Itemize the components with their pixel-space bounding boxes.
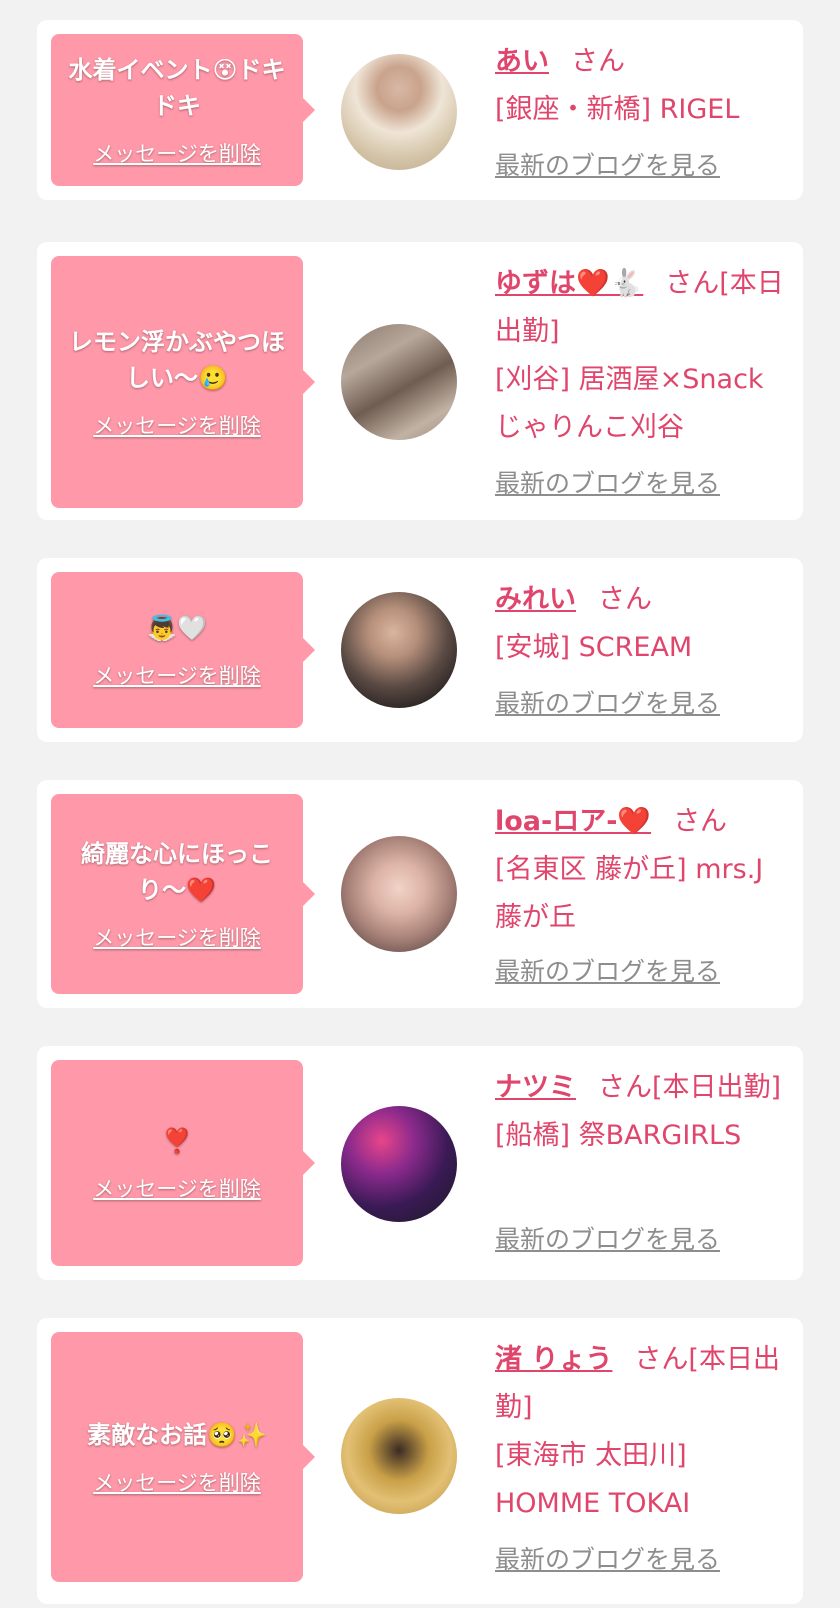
message-card: 綺麗な心にほっこり〜❤️ メッセージを削除 loa-ロア-❤️ さん [名東区 藤… bbox=[37, 780, 803, 1008]
avatar[interactable] bbox=[341, 1398, 457, 1514]
avatar[interactable] bbox=[341, 1106, 457, 1222]
profile-info: ゆずは❤️🐇 さん[本日出勤] [刈谷] 居酒屋×Snack じゃりんこ刈谷 bbox=[495, 260, 795, 452]
cast-name-link[interactable]: あい bbox=[495, 46, 549, 77]
message-text: 👼🤍 bbox=[147, 614, 207, 642]
avatar[interactable] bbox=[341, 836, 457, 952]
honorific: さん bbox=[598, 1072, 652, 1103]
delete-message-link[interactable]: メッセージを削除 bbox=[93, 1467, 261, 1497]
message-card: 素敵なお話🥺✨ メッセージを削除 渚 りょう さん[本日出勤] [東海市 太田川]… bbox=[37, 1318, 803, 1604]
delete-message-link[interactable]: メッセージを削除 bbox=[93, 660, 261, 690]
message-card: 👼🤍 メッセージを削除 みれい さん [安城] SCREAM 最新のブログを見る bbox=[37, 558, 803, 742]
message-bubble: ❣️ メッセージを削除 bbox=[51, 1060, 315, 1266]
shop-name: [名東区 藤が丘] mrs.J 藤が丘 bbox=[495, 854, 764, 933]
latest-blog-link[interactable]: 最新のブログを見る bbox=[495, 684, 720, 720]
message-bubble: 素敵なお話🥺✨ メッセージを削除 bbox=[51, 1332, 315, 1582]
message-text: 綺麗な心にほっこり〜❤️ bbox=[81, 840, 273, 904]
delete-message-link[interactable]: メッセージを削除 bbox=[93, 1173, 261, 1203]
cast-name-link[interactable]: みれい bbox=[495, 584, 576, 615]
delete-message-link[interactable]: メッセージを削除 bbox=[93, 922, 261, 952]
message-card: レモン浮かぶやつほしい〜🥲 メッセージを削除 ゆずは❤️🐇 さん[本日出勤] [刈… bbox=[37, 242, 803, 520]
message-bubble: 綺麗な心にほっこり〜❤️ メッセージを削除 bbox=[51, 794, 315, 994]
message-list: 水着イベント😵ドキドキ メッセージを削除 あい さん [銀座・新橋] RIGEL … bbox=[0, 0, 840, 1608]
honorific: さん bbox=[634, 1344, 689, 1375]
latest-blog-link[interactable]: 最新のブログを見る bbox=[495, 1220, 720, 1256]
latest-blog-link[interactable]: 最新のブログを見る bbox=[495, 146, 720, 182]
message-card: 水着イベント😵ドキドキ メッセージを削除 あい さん [銀座・新橋] RIGEL … bbox=[37, 20, 803, 200]
latest-blog-link[interactable]: 最新のブログを見る bbox=[495, 464, 720, 500]
latest-blog-link[interactable]: 最新のブログを見る bbox=[495, 1540, 720, 1576]
message-text: 素敵なお話🥺✨ bbox=[87, 1421, 267, 1449]
profile-info: 渚 りょう さん[本日出勤] [東海市 太田川] HOMME TOKAI bbox=[495, 1336, 795, 1528]
message-card: ❣️ メッセージを削除 ナツミ さん[本日出勤] [船橋] 祭BARGIRLS 最… bbox=[37, 1046, 803, 1280]
cast-name-link[interactable]: ナツミ bbox=[495, 1072, 576, 1103]
shop-name: [船橋] 祭BARGIRLS bbox=[495, 1120, 742, 1151]
delete-message-link[interactable]: メッセージを削除 bbox=[93, 138, 261, 168]
shop-name: [安城] SCREAM bbox=[495, 632, 693, 663]
avatar[interactable] bbox=[341, 592, 457, 708]
honorific: さん bbox=[673, 806, 728, 837]
message-bubble: 水着イベント😵ドキドキ メッセージを削除 bbox=[51, 34, 315, 186]
profile-info: ナツミ さん[本日出勤] [船橋] 祭BARGIRLS bbox=[495, 1064, 795, 1160]
profile-info: loa-ロア-❤️ さん [名東区 藤が丘] mrs.J 藤が丘 bbox=[495, 798, 795, 942]
honorific: さん bbox=[598, 584, 652, 615]
profile-info: あい さん [銀座・新橋] RIGEL bbox=[495, 38, 795, 134]
latest-blog-link[interactable]: 最新のブログを見る bbox=[495, 952, 720, 988]
message-bubble: 👼🤍 メッセージを削除 bbox=[51, 572, 315, 728]
cast-name-link[interactable]: ゆずは❤️🐇 bbox=[495, 268, 643, 299]
profile-info: みれい さん [安城] SCREAM bbox=[495, 576, 795, 672]
shop-name: [刈谷] 居酒屋×Snack じゃりんこ刈谷 bbox=[495, 364, 764, 443]
delete-message-link[interactable]: メッセージを削除 bbox=[93, 410, 261, 440]
shop-name: [東海市 太田川] HOMME TOKAI bbox=[495, 1440, 691, 1519]
honorific: さん bbox=[665, 268, 720, 299]
message-text: ❣️ bbox=[162, 1127, 192, 1155]
message-text: レモン浮かぶやつほしい〜🥲 bbox=[69, 328, 285, 392]
avatar[interactable] bbox=[341, 324, 457, 440]
status-text: [本日出勤] bbox=[652, 1072, 782, 1103]
avatar[interactable] bbox=[341, 54, 457, 170]
message-text: 水着イベント😵ドキドキ bbox=[68, 56, 286, 120]
message-bubble: レモン浮かぶやつほしい〜🥲 メッセージを削除 bbox=[51, 256, 315, 508]
shop-name: [銀座・新橋] RIGEL bbox=[495, 94, 740, 125]
honorific: さん bbox=[571, 46, 625, 77]
cast-name-link[interactable]: 渚 りょう bbox=[495, 1344, 612, 1375]
cast-name-link[interactable]: loa-ロア-❤️ bbox=[495, 806, 651, 837]
